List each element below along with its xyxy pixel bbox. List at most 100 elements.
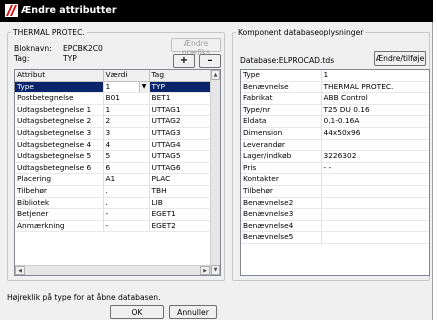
attribute-tag-cell[interactable]: UTTAG5 [149,150,211,163]
attribute-tag-cell[interactable]: TBH [149,185,211,198]
attribute-row[interactable]: Udtagsbetegnelse 6 6 UTTAG6 [15,162,211,175]
attribute-value-cell[interactable]: - [103,208,150,221]
attribute-value-cell[interactable]: 3 [103,127,150,140]
attribute-grid-hscroll[interactable]: ◀ ▶ [15,265,210,275]
attribute-name-cell[interactable]: Udtagsbetegnelse 6 [15,162,104,175]
attribute-row[interactable]: Bibliotek. LIB [15,197,211,210]
attribute-value-cell[interactable]: 1 [103,104,150,117]
database-row[interactable]: Kontakter [241,173,429,186]
attribute-value-cell[interactable]: . [103,185,150,198]
database-field-value[interactable] [321,185,429,198]
scroll-right-icon[interactable]: ▶ [200,266,210,275]
attribute-value-cell[interactable]: . [103,197,150,210]
attribute-row[interactable]: Udtagsbetegnelse 1 1 UTTAG1 [15,104,211,117]
attribute-name-cell[interactable]: Udtagsbetegnelse 5 [15,150,104,163]
attribute-tag-cell[interactable]: UTTAG2 [149,115,211,128]
add-row-button[interactable]: + [173,54,195,68]
scroll-left-icon[interactable]: ◀ [15,266,25,275]
attribute-name-cell[interactable]: Tilbehør [15,185,104,198]
column-header-attribut[interactable]: Attribut [15,70,104,82]
attribute-row[interactable]: Betjener - EGET1 [15,208,211,221]
database-field-value[interactable] [321,208,429,221]
database-row[interactable]: Dimension 44x50x96 [241,127,429,140]
attribute-name-cell[interactable]: Betjener [15,208,104,221]
database-field-value[interactable]: ABB Control [321,92,429,105]
database-row[interactable]: Type/nr T25 DU 0.16 [241,104,429,117]
attribute-value-cell[interactable]: - [103,220,150,233]
attribute-value-cell[interactable]: 1 ▼ [103,81,150,94]
attribute-name-cell[interactable]: Bibliotek [15,197,104,210]
change-prefix-button[interactable]: Ændre præfiks [171,38,221,57]
attribute-value-cell[interactable]: 5 [103,150,150,163]
cancel-button[interactable]: Annuller [169,305,217,319]
database-field-value[interactable]: - - [321,162,429,175]
database-row[interactable]: Tilbehør [241,185,429,198]
database-field-value[interactable] [321,231,429,244]
attribute-tag-cell[interactable]: EGET1 [149,208,211,221]
scroll-up-icon[interactable]: ▲ [211,70,220,80]
database-field-value[interactable]: THERMAL PROTEC. [321,81,429,94]
database-field-value[interactable]: 0.1-0.16A [321,115,429,128]
database-field-value[interactable]: T25 DU 0.16 [321,104,429,117]
attribute-tag-cell[interactable]: UTTAG4 [149,139,211,152]
attribute-tag-cell[interactable]: UTTAG1 [149,104,211,117]
chevron-down-icon[interactable]: ▼ [138,81,148,92]
attribute-row[interactable]: Type 1 ▼ TYP [15,81,211,94]
attribute-row[interactable]: Anmærkning - EGET2 [15,220,211,233]
database-field-value[interactable] [321,197,429,210]
database-field-value[interactable] [321,220,429,233]
attribute-tag-cell[interactable]: UTTAG3 [149,127,211,140]
database-row[interactable]: Leverandør [241,139,429,152]
database-row[interactable]: Benævnelse THERMAL PROTEC. [241,81,429,94]
attribute-name-cell[interactable]: Udtagsbetegnelse 3 [15,127,104,140]
attribute-tag-cell[interactable]: EGET2 [149,220,211,233]
attribute-tag-cell[interactable]: TYP [149,81,211,94]
attribute-row[interactable]: Placering A1 PLAC [15,173,211,186]
attribute-tag-cell[interactable]: LIB [149,197,211,210]
attribute-tag-cell[interactable]: UTTAG6 [149,162,211,175]
attribute-grid-vscroll[interactable]: ▲ ▼ [210,70,220,275]
attribute-row[interactable]: Udtagsbetegnelse 5 5 UTTAG5 [15,150,211,163]
attribute-name-cell[interactable]: Postbetegnelse [15,92,104,105]
attribute-name-cell[interactable]: Udtagsbetegnelse 2 [15,115,104,128]
attribute-tag-cell[interactable]: PLAC [149,173,211,186]
database-field-value[interactable]: 3226302 [321,150,429,163]
ok-button[interactable]: OK [110,305,164,319]
database-grid[interactable]: Type 1 Benævnelse THERMAL PROTEC. Fabrikat AB… [240,69,430,276]
attribute-row[interactable]: Postbetegnelse B01 BET1 [15,92,211,105]
attribute-row[interactable]: Udtagsbetegnelse 2 2 UTTAG2 [15,115,211,128]
attribute-name-cell[interactable]: Udtagsbetegnelse 1 [15,104,104,117]
database-row[interactable]: Type 1 [241,70,429,82]
attribute-tag-cell[interactable]: BET1 [149,92,211,105]
attribute-value-cell[interactable]: B01 [103,92,150,105]
database-row[interactable]: Pris - - [241,162,429,175]
attribute-row[interactable]: Udtagsbetegnelse 4 4 UTTAG4 [15,139,211,152]
remove-row-button[interactable]: – [199,54,221,68]
database-row[interactable]: Benævnelse5 [241,231,429,244]
database-row[interactable]: Lager/indkøb 3226302 [241,150,429,163]
attribute-name-cell[interactable]: Anmærkning [15,220,104,233]
attribute-value-cell[interactable]: A1 [103,173,150,186]
database-row[interactable]: Benævnelse3 [241,208,429,221]
database-row[interactable]: Benævnelse2 [241,197,429,210]
title-bar[interactable]: Ændre attributter [0,0,433,22]
column-header-tag[interactable]: Tag [149,70,211,82]
attribute-value-cell[interactable]: 6 [103,162,150,175]
change-add-button[interactable]: Ændre/tilføje [374,51,426,66]
attribute-value-cell[interactable]: 2 [103,115,150,128]
database-field-value[interactable] [321,173,429,186]
database-field-value[interactable]: 44x50x96 [321,127,429,140]
attribute-name-cell[interactable]: Udtagsbetegnelse 4 [15,139,104,152]
database-field-value[interactable] [321,139,429,152]
scroll-down-icon[interactable]: ▼ [211,265,220,275]
attribute-grid[interactable]: Attribut Værdi Tag Type 1 ▼ TYP Postbetegnel… [14,69,221,276]
attribute-name-cell[interactable]: Type [15,81,104,94]
attribute-name-cell[interactable]: Placering [15,173,104,186]
attribute-row[interactable]: Udtagsbetegnelse 3 3 UTTAG3 [15,127,211,140]
database-row[interactable]: Benævnelse4 [241,220,429,233]
database-row[interactable]: Fabrikat ABB Control [241,92,429,105]
attribute-value-cell[interactable]: 4 [103,139,150,152]
value-dropdown[interactable]: 1 ▼ [104,81,148,92]
database-row[interactable]: Eldata 0.1-0.16A [241,115,429,128]
database-field-value[interactable]: 1 [321,70,429,82]
